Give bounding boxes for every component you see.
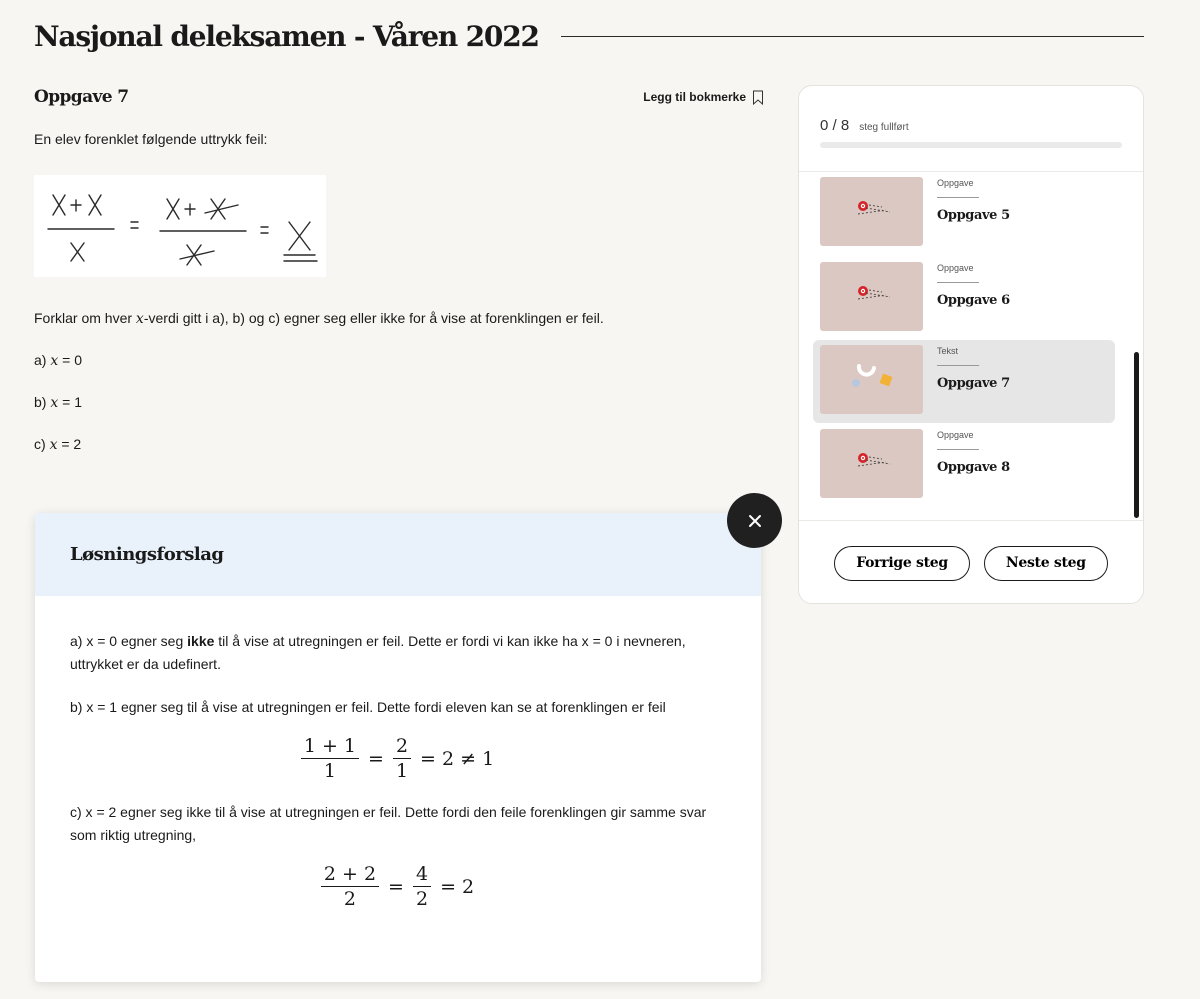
step-title: Oppgave 8: [937, 460, 1010, 475]
step-list-scrollbar[interactable]: [1134, 352, 1139, 518]
solution-modal: Løsningsforslag a) x = 0 egner seg ikke …: [35, 513, 761, 982]
previous-step-button[interactable]: Forrige steg: [834, 545, 970, 581]
step-item-oppgave-6[interactable]: Oppgave Oppgave 6: [813, 257, 1115, 340]
option-c: c) x = 2: [34, 436, 82, 453]
step-title: Oppgave 6: [937, 293, 1010, 308]
task-question: Forklar om hver x-verdi gitt i a), b) og…: [34, 310, 604, 327]
option-a: a) x = 0: [34, 352, 82, 369]
equation-b: 1 + 11 = 21 = 2 ≠ 1: [70, 735, 726, 783]
header-divider: [560, 35, 1144, 37]
task-title: Oppgave 7: [34, 87, 129, 107]
shapes-icon: [852, 364, 893, 387]
step-type-divider: [937, 365, 979, 366]
task-content: Oppgave 7 Legg til bokmerke En elev fore…: [34, 84, 764, 454]
step-thumbnail: [820, 262, 923, 331]
solution-b: b) x = 1 egner seg til å vise at utregni…: [70, 699, 666, 715]
step-type: Oppgave: [937, 430, 974, 440]
step-navigation: Forrige steg Neste steg: [799, 520, 1143, 603]
next-step-button[interactable]: Neste steg: [983, 545, 1108, 581]
step-type-divider: [937, 449, 979, 450]
target-icon: [857, 201, 891, 215]
step-type-divider: [937, 197, 979, 198]
step-title: Oppgave 5: [937, 208, 1010, 223]
progress-count: 0 / 8: [820, 117, 850, 134]
step-thumbnail: [820, 345, 923, 414]
task-intro: En elev forenklet følgende uttrykk feil:: [34, 131, 268, 147]
progress-label: steg fullført: [859, 122, 909, 133]
progress-panel: 0 / 8 steg fullført Oppgave Oppgave 5 Op…: [798, 85, 1144, 604]
target-icon: [857, 453, 891, 467]
page-title: Nasjonal deleksamen - Våren 2022: [34, 19, 540, 53]
progress-section: 0 / 8 steg fullført: [799, 86, 1143, 172]
option-b: b) x = 1: [34, 394, 82, 411]
bookmark-label: Legg til bokmerke: [643, 90, 746, 104]
step-type-divider: [937, 282, 979, 283]
solution-header: Løsningsforslag: [35, 513, 761, 596]
bookmark-icon: [753, 90, 763, 105]
step-title: Oppgave 7: [937, 376, 1010, 391]
step-list[interactable]: Oppgave Oppgave 5 Oppgave Oppgave 6 Teks…: [799, 172, 1143, 520]
step-type: Tekst: [937, 346, 959, 356]
step-type: Oppgave: [937, 263, 974, 273]
step-item-oppgave-7[interactable]: Tekst Oppgave 7: [813, 340, 1115, 423]
step-item-oppgave-8[interactable]: Oppgave Oppgave 8: [813, 424, 1115, 507]
step-type: Oppgave: [937, 178, 974, 188]
solution-body: a) x = 0 egner seg ikke til å vise at ut…: [35, 596, 761, 911]
solution-title: Løsningsforslag: [70, 544, 224, 565]
target-icon: [857, 286, 891, 300]
handwritten-expression-image: [34, 175, 326, 277]
solution-a: a) x = 0 egner seg ikke til å vise at ut…: [70, 633, 686, 672]
step-thumbnail: [820, 429, 923, 498]
close-icon: [748, 514, 761, 527]
page-header: Nasjonal deleksamen - Våren 2022: [34, 16, 1144, 56]
bookmark-button[interactable]: Legg til bokmerke: [643, 90, 764, 105]
equation-c: 2 + 22 = 42 = 2: [70, 863, 726, 911]
close-solution-button[interactable]: [727, 493, 782, 548]
solution-c: c) x = 2 egner seg ikke til å vise at ut…: [70, 804, 707, 843]
step-item-oppgave-5[interactable]: Oppgave Oppgave 5: [813, 172, 1115, 255]
progress-bar: [820, 142, 1122, 148]
step-thumbnail: [820, 177, 923, 246]
